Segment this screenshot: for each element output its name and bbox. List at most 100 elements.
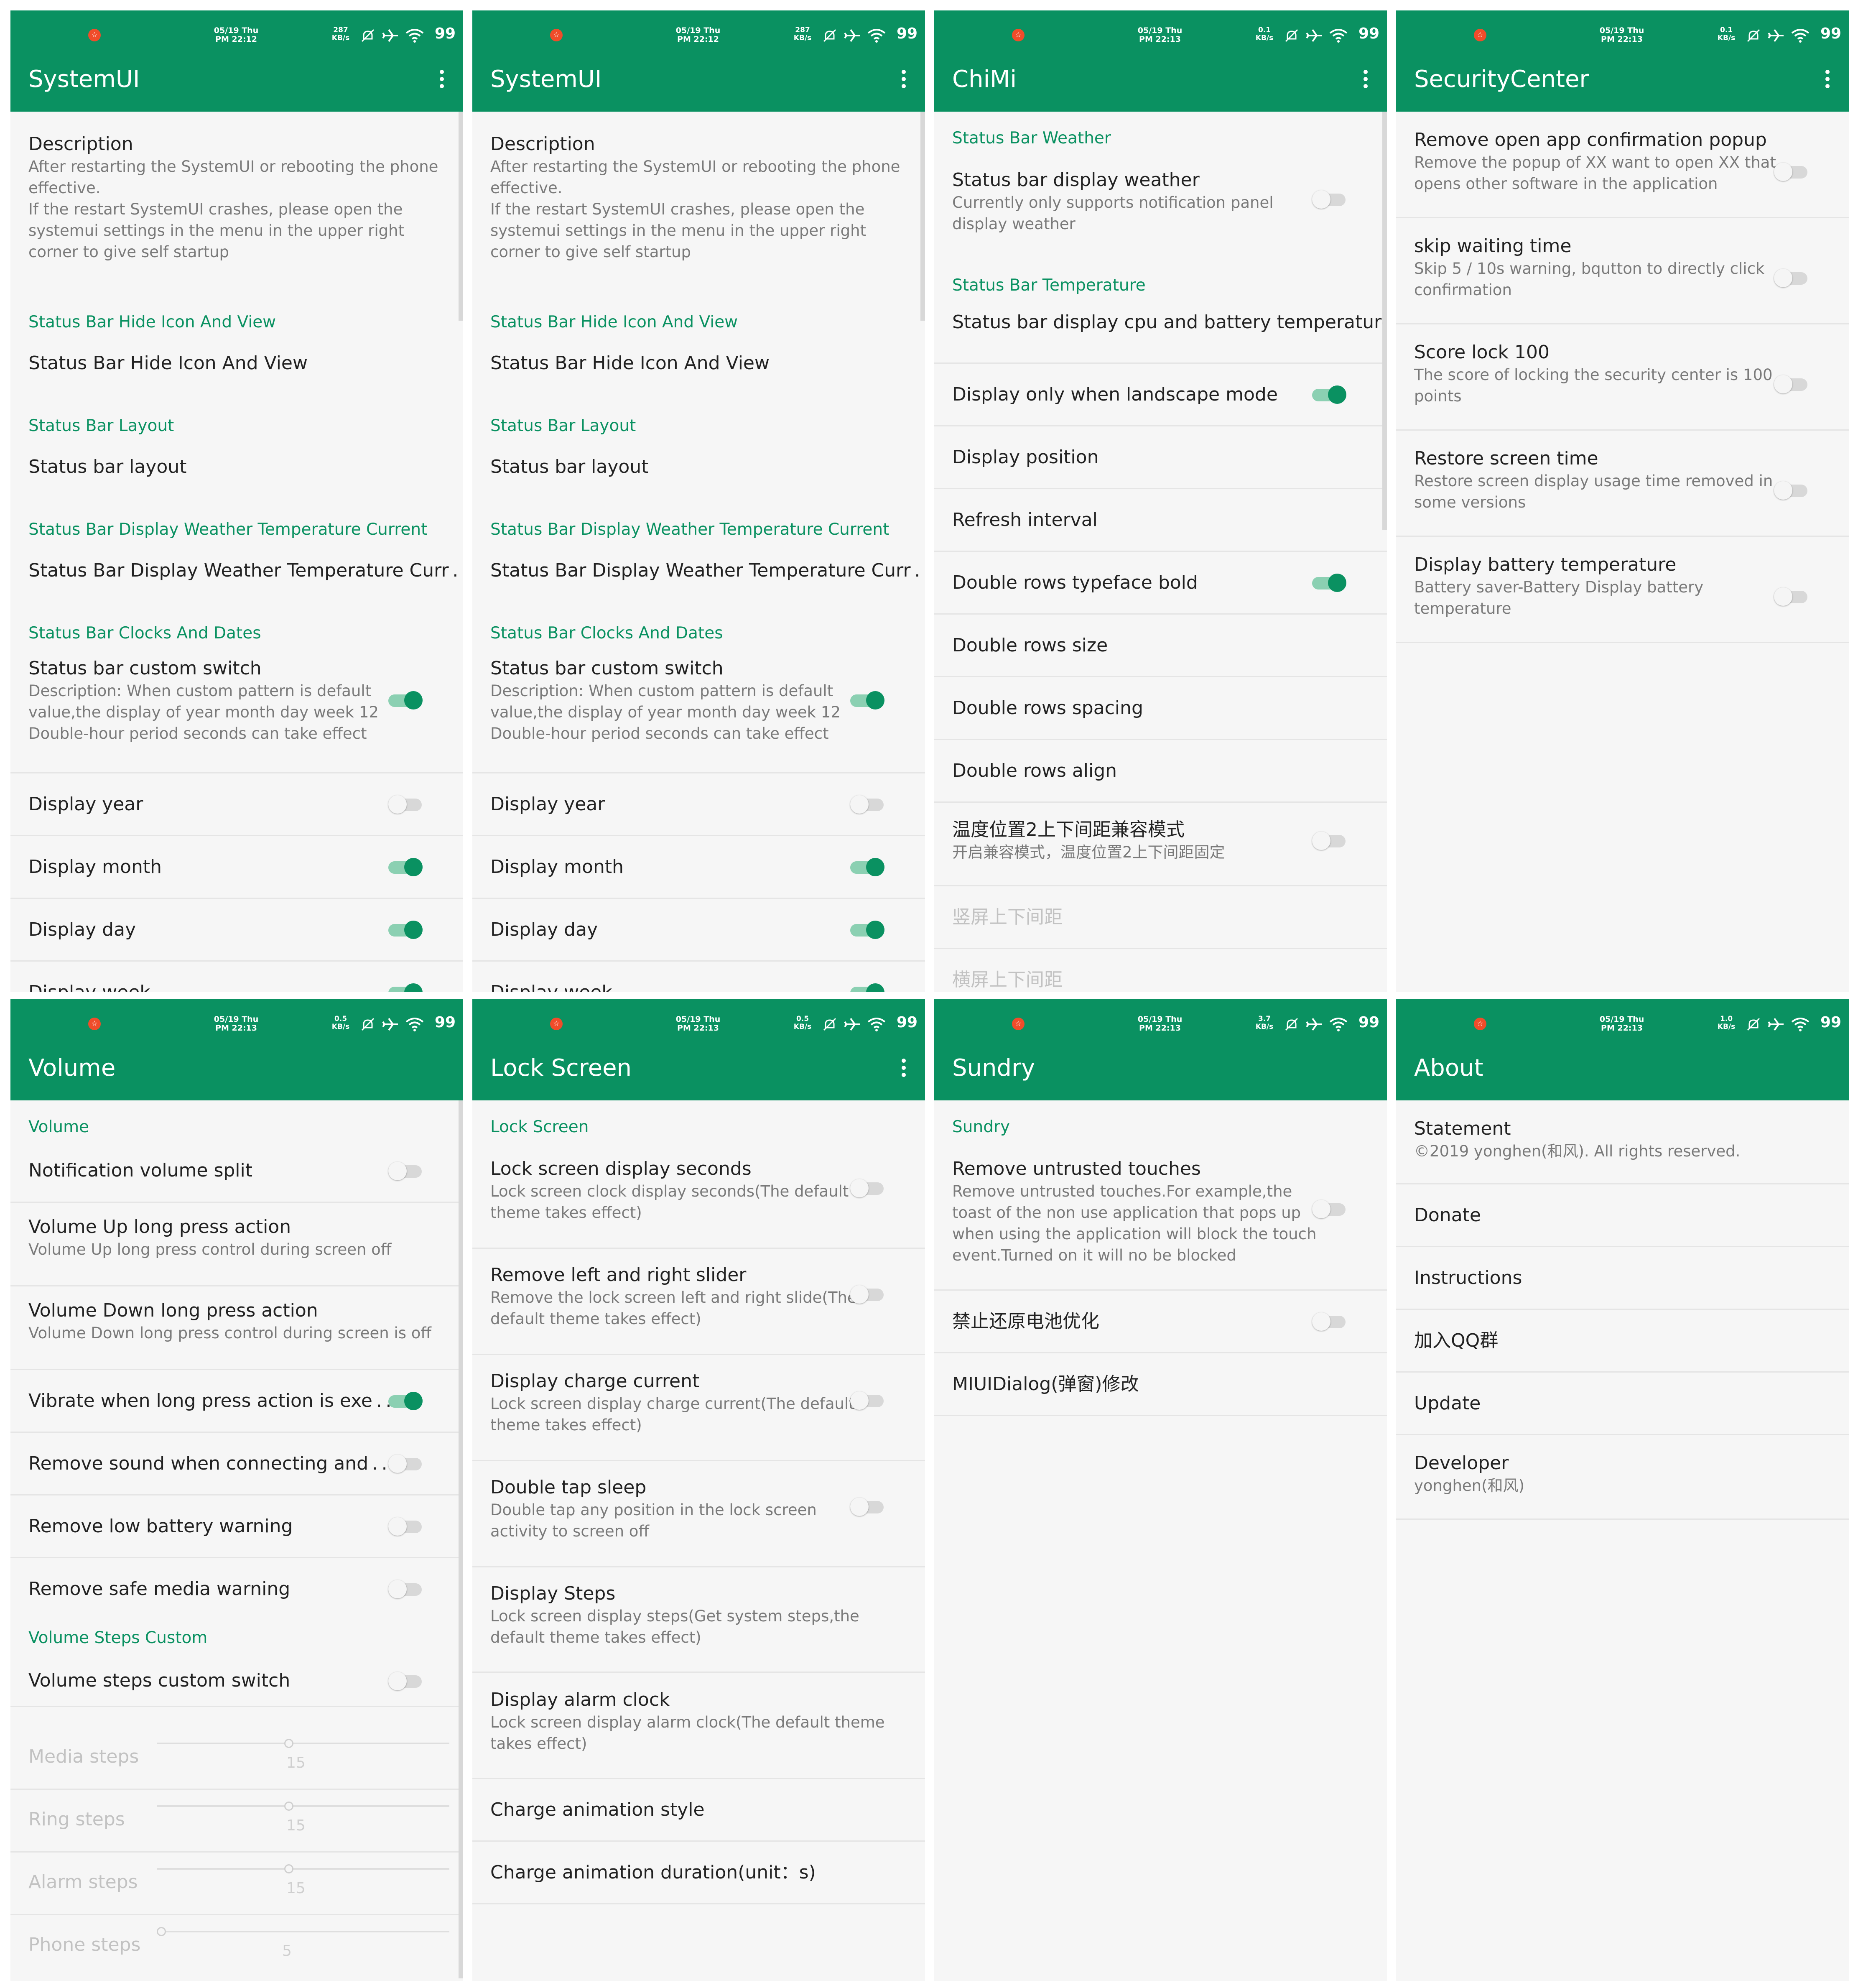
settings-item[interactable]: Double rows size [934,615,1387,676]
settings-item[interactable]: Refresh interval [934,489,1387,551]
settings-item[interactable]: Display week [472,962,925,992]
toggle-switch[interactable] [1312,189,1348,209]
settings-item[interactable]: Developer yonghen(和风) [1396,1452,1849,1510]
settings-item[interactable]: Display month [472,836,925,898]
settings-item[interactable]: Lock screen display seconds Lock screen c… [472,1157,925,1241]
settings-item[interactable]: Display only when landscape mode [934,364,1387,425]
settings-item[interactable]: Remove untrusted touches Remove untrusted… [934,1157,1387,1279]
settings-item[interactable]: Description After restarting the SystemUI… [10,133,463,266]
settings-item[interactable]: Double rows spacing [934,677,1387,739]
scrollbar[interactable] [459,112,463,321]
slider-thumb[interactable] [157,1927,166,1936]
settings-item[interactable]: Donate [1396,1184,1849,1246]
settings-item[interactable]: Display day [10,899,463,960]
slider-thumb[interactable] [284,1864,293,1873]
settings-item[interactable]: Double rows typeface bold [934,552,1387,613]
toggle-switch[interactable] [388,1454,424,1474]
settings-item[interactable]: Display battery temperature Battery saver… [1396,553,1849,637]
settings-item[interactable]: Display alarm clock Lock screen display a… [472,1688,925,1772]
toggle-switch[interactable] [1312,573,1348,593]
settings-item[interactable]: Notification volume split [10,1151,463,1197]
settings-item[interactable]: Status bar custom switch Description: Whe… [472,657,925,766]
toggle-switch[interactable] [850,983,886,992]
settings-item[interactable]: Remove open app confirmation popup Remove… [1396,128,1849,212]
settings-item[interactable]: Status bar layout [472,449,925,487]
toggle-switch[interactable] [388,857,424,877]
toggle-switch[interactable] [1774,162,1810,182]
settings-item[interactable]: Instructions [1396,1247,1849,1309]
settings-item[interactable]: Status bar display weather Currently only… [934,168,1387,260]
toggle-switch[interactable] [1312,831,1348,851]
toggle-switch[interactable] [388,1516,424,1536]
settings-item[interactable]: Alarm steps 15 [10,1851,463,1913]
scrollbar[interactable] [920,112,925,321]
settings-item[interactable]: Media steps 15 [10,1726,463,1787]
overflow-menu-icon[interactable] [901,1059,907,1079]
settings-item[interactable]: 温度位置2上下间距兼容模式 开启兼容模式，温度位置2上下间距固定 [934,818,1387,889]
toggle-switch[interactable] [1774,480,1810,500]
toggle-switch[interactable] [388,1671,424,1691]
settings-item[interactable]: Charge animation duration(unit：s) [472,1842,925,1903]
settings-item[interactable]: Remove sound when connecting and . . [10,1433,463,1494]
settings-item[interactable]: Remove left and right slider Remove the l… [472,1263,925,1347]
settings-item[interactable]: 横屏上下间距 [934,949,1387,992]
settings-item[interactable]: Restore screen time Restore screen displa… [1396,447,1849,531]
settings-item[interactable]: Double tap sleep Double tap any position … [472,1476,925,1559]
scrollbar[interactable] [1382,112,1387,530]
slider-thumb[interactable] [284,1802,293,1811]
settings-item[interactable]: Remove safe media warning [10,1558,463,1620]
toggle-switch[interactable] [1312,1199,1348,1219]
overflow-menu-icon[interactable] [1363,70,1369,91]
settings-item[interactable]: Ring steps 15 [10,1789,463,1850]
toggle-switch[interactable] [850,1497,886,1517]
settings-item[interactable]: Volume Down long press action Volume Down… [10,1299,463,1362]
toggle-switch[interactable] [850,1284,886,1304]
settings-item[interactable]: Display week [10,962,463,992]
settings-item[interactable]: Display year [472,773,925,835]
toggle-switch[interactable] [850,857,886,877]
toggle-switch[interactable] [1774,587,1810,607]
settings-item[interactable]: Status Bar Display Weather Temperature C… [10,553,463,591]
toggle-switch[interactable] [1774,374,1810,394]
scrollbar[interactable] [459,1100,463,1978]
settings-item[interactable]: Statement ©2019 yonghen(和风). All rights r… [1396,1117,1849,1176]
settings-item[interactable]: skip waiting time Skip 5 / 10s warning, b… [1396,235,1849,318]
settings-item[interactable]: 加入QQ群 [1396,1310,1849,1371]
toggle-switch[interactable] [850,1178,886,1198]
settings-item[interactable]: Double rows align [934,740,1387,801]
settings-item[interactable]: Status bar custom switch Description: Whe… [10,657,463,766]
settings-item[interactable]: Remove low battery warning [10,1495,463,1557]
overflow-menu-icon[interactable] [1825,70,1830,91]
settings-item[interactable]: Vibrate when long press action is exe . … [10,1370,463,1432]
toggle-switch[interactable] [388,983,424,992]
toggle-switch[interactable] [1312,1312,1348,1332]
slider-thumb[interactable] [284,1739,293,1748]
settings-item[interactable]: Charge animation style [472,1779,925,1840]
settings-item[interactable]: Status Bar Display Weather Temperature C… [472,553,925,591]
settings-item[interactable]: Status Bar Hide Icon And View [472,346,925,383]
toggle-switch[interactable] [850,794,886,814]
toggle-switch[interactable] [388,690,424,710]
settings-item[interactable]: Display charge current Lock screen displa… [472,1370,925,1453]
toggle-switch[interactable] [850,690,886,710]
toggle-switch[interactable] [388,794,424,814]
toggle-switch[interactable] [850,1391,886,1411]
settings-item[interactable]: Update [1396,1373,1849,1434]
settings-item[interactable]: Volume Up long press action Volume Up lon… [10,1215,463,1278]
settings-item[interactable]: Volume steps custom switch [10,1661,463,1702]
settings-item[interactable]: Display position [934,426,1387,488]
settings-item[interactable]: 竖屏上下间距 [934,886,1387,948]
overflow-menu-icon[interactable] [901,70,907,91]
settings-item[interactable]: MIUIDialog(弹窗)修改 [934,1353,1387,1415]
toggle-switch[interactable] [388,1579,424,1599]
settings-item[interactable]: Phone steps 5 [10,1914,463,1975]
settings-item[interactable]: Display day [472,899,925,960]
settings-item[interactable]: Status bar layout [10,449,463,487]
settings-item[interactable]: Score lock 100 The score of locking the s… [1396,341,1849,424]
toggle-switch[interactable] [1312,385,1348,405]
toggle-switch[interactable] [850,920,886,940]
settings-item[interactable]: Display year [10,773,463,835]
overflow-menu-icon[interactable] [439,70,445,91]
toggle-switch[interactable] [1774,268,1810,288]
settings-item[interactable]: Display month [10,836,463,898]
